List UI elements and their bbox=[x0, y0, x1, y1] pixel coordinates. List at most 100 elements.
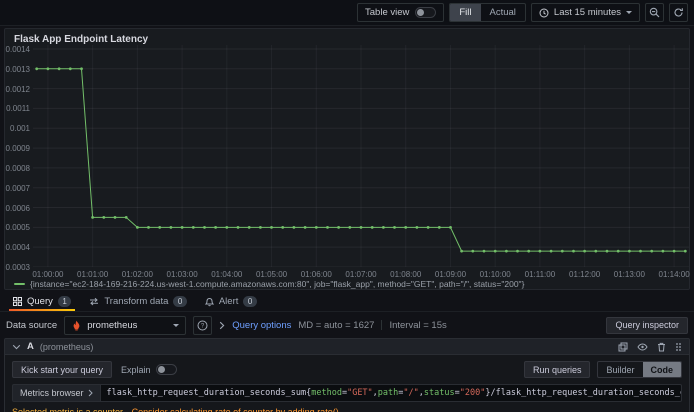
fill-actual-group: Fill Actual bbox=[449, 3, 526, 22]
question-circle-icon: ? bbox=[197, 320, 208, 330]
query-inspector-button[interactable]: Query inspector bbox=[606, 316, 688, 334]
tab-transform-count: 0 bbox=[173, 296, 187, 307]
latency-chart: 0.0014 0.0013 0.0012 0.0011 0.001 0.0009 0.000… bbox=[5, 29, 690, 289]
datasource-select[interactable]: prometheus bbox=[64, 315, 187, 335]
max-data-points-text: MD = auto = 1627 bbox=[298, 319, 375, 331]
tab-alert[interactable]: Alert 0 bbox=[196, 292, 266, 311]
y-tick-label: 0.0013 bbox=[5, 64, 30, 74]
x-tick-label: 01:07:00 bbox=[345, 270, 377, 279]
warning-link[interactable]: Consider calculating rate of counter by … bbox=[132, 407, 342, 412]
explain-label: Explain bbox=[121, 364, 151, 375]
duplicate-icon[interactable] bbox=[618, 342, 628, 352]
time-range-label: Last 15 minutes bbox=[553, 7, 621, 18]
x-tick-label: 01:13:00 bbox=[613, 270, 645, 279]
bell-icon bbox=[204, 297, 214, 306]
tab-query-count: 1 bbox=[57, 296, 72, 307]
topbar: Table view Fill Actual Last 15 minutes bbox=[0, 0, 694, 26]
y-tick-label: 0.0004 bbox=[5, 243, 30, 253]
divider bbox=[381, 320, 383, 330]
x-tick-label: 01:03:00 bbox=[166, 270, 198, 279]
query-toolbar: Kick start your query Explain Run querie… bbox=[12, 361, 682, 378]
query-card: A (prometheus) Kick start your query Exp… bbox=[4, 338, 690, 412]
table-view-group: Table view bbox=[357, 3, 445, 22]
datasource-help-button[interactable]: ? bbox=[193, 315, 213, 335]
legend-item[interactable]: {instance="ec2-184-169-216-224.us-west-1… bbox=[14, 279, 524, 289]
interval-text: Interval = 15s bbox=[389, 319, 447, 331]
series-color-dash bbox=[14, 283, 25, 285]
x-tick-label: 01:11:00 bbox=[524, 270, 556, 279]
chevron-down-icon bbox=[626, 11, 632, 14]
x-tick-label: 01:09:00 bbox=[434, 270, 467, 279]
drag-handle-icon[interactable] bbox=[675, 342, 682, 352]
builder-option[interactable]: Builder bbox=[598, 362, 642, 377]
magnifier-minus-icon bbox=[649, 7, 660, 18]
query-options-toggle[interactable]: Query options bbox=[232, 320, 291, 331]
tab-transform-data[interactable]: Transform data 0 bbox=[80, 292, 196, 311]
promql-expression-input[interactable]: flask_http_request_duration_seconds_sum{… bbox=[100, 384, 682, 402]
tab-query[interactable]: Query 1 bbox=[4, 292, 80, 311]
y-tick-label: 0.0011 bbox=[6, 104, 30, 114]
counter-warning: Selected metric is a counter. Consider c… bbox=[12, 407, 682, 412]
y-tick-label: 0.0009 bbox=[5, 144, 30, 154]
table-view-toggle[interactable] bbox=[415, 7, 437, 18]
tab-transform-label: Transform data bbox=[104, 296, 169, 307]
datasource-row: Data source prometheus ? Query options M… bbox=[0, 314, 694, 336]
query-ref-id: A bbox=[27, 341, 34, 352]
table-view-label: Table view bbox=[365, 7, 410, 18]
time-range-picker[interactable]: Last 15 minutes bbox=[530, 3, 640, 22]
explain-group: Explain bbox=[121, 364, 177, 375]
query-row-body: Kick start your query Explain Run querie… bbox=[4, 355, 690, 412]
warning-text: Selected metric is a counter. bbox=[12, 407, 126, 412]
explain-toggle[interactable] bbox=[155, 364, 177, 375]
builder-code-switch: Builder Code bbox=[597, 361, 682, 378]
query-toolbar-right: Run queries Builder Code bbox=[523, 361, 682, 378]
x-tick-label: 01:10:00 bbox=[479, 270, 511, 279]
metrics-browser-button[interactable]: Metrics browser bbox=[12, 384, 101, 402]
svg-text:?: ? bbox=[201, 323, 205, 329]
x-tick-label: 01:05:00 bbox=[255, 270, 288, 279]
x-tick-label: 01:04:00 bbox=[211, 270, 243, 279]
x-tick-label: 01:01:00 bbox=[77, 270, 109, 279]
run-queries-button[interactable]: Run queries bbox=[523, 361, 591, 378]
editor-tabs: Query 1 Transform data 0 Alert 0 bbox=[0, 292, 694, 312]
y-tick-label: 0.001 bbox=[9, 124, 30, 134]
actual-button[interactable]: Actual bbox=[481, 4, 525, 21]
grafana-panel-editor: Table view Fill Actual Last 15 minutes F… bbox=[0, 0, 694, 412]
chevron-down-icon bbox=[173, 323, 180, 327]
code-option[interactable]: Code bbox=[642, 362, 681, 377]
latency-panel: Flask App Endpoint Latency 0.0014 0.0013 0… bbox=[4, 28, 690, 290]
datasource-value: prometheus bbox=[87, 319, 138, 331]
x-tick-label: 01:00:00 bbox=[32, 270, 64, 279]
trash-icon[interactable] bbox=[657, 342, 666, 352]
x-tick-label: 01:02:00 bbox=[121, 270, 153, 279]
fill-button[interactable]: Fill bbox=[450, 4, 481, 21]
metrics-browser-label: Metrics browser bbox=[20, 388, 84, 398]
expression-row: Metrics browser flask_http_request_durat… bbox=[12, 384, 682, 402]
refresh-button[interactable] bbox=[669, 3, 688, 22]
tab-alert-count: 0 bbox=[243, 296, 257, 307]
kick-start-query-button[interactable]: Kick start your query bbox=[12, 361, 113, 378]
refresh-icon bbox=[674, 8, 683, 17]
tab-query-label: Query bbox=[27, 296, 53, 307]
y-tick-label: 0.0012 bbox=[5, 84, 30, 94]
x-tick-label: 01:14:00 bbox=[658, 270, 690, 279]
y-tick-label: 0.0008 bbox=[5, 163, 30, 173]
y-tick-label: 0.0005 bbox=[5, 223, 30, 233]
chevron-right-icon bbox=[220, 321, 225, 329]
transform-icon bbox=[90, 297, 99, 306]
x-tick-label: 01:06:00 bbox=[300, 270, 332, 279]
zoom-out-button[interactable] bbox=[645, 3, 664, 22]
query-datasource-hint: (prometheus) bbox=[39, 341, 94, 352]
query-row-header[interactable]: A (prometheus) bbox=[4, 338, 690, 355]
eye-icon[interactable] bbox=[637, 342, 648, 351]
y-tick-label: 0.0007 bbox=[5, 183, 30, 193]
x-tick-label: 01:12:00 bbox=[569, 270, 601, 279]
latency-chart-plot bbox=[33, 45, 689, 267]
series-label: {instance="ec2-184-169-216-224.us-west-1… bbox=[30, 279, 525, 289]
y-tick-label: 0.0006 bbox=[5, 203, 30, 213]
chevron-down-icon bbox=[12, 344, 21, 349]
chevron-right-icon bbox=[88, 389, 93, 397]
query-icon bbox=[13, 297, 22, 306]
y-tick-label: 0.0014 bbox=[5, 44, 30, 54]
query-row-actions bbox=[618, 342, 682, 352]
